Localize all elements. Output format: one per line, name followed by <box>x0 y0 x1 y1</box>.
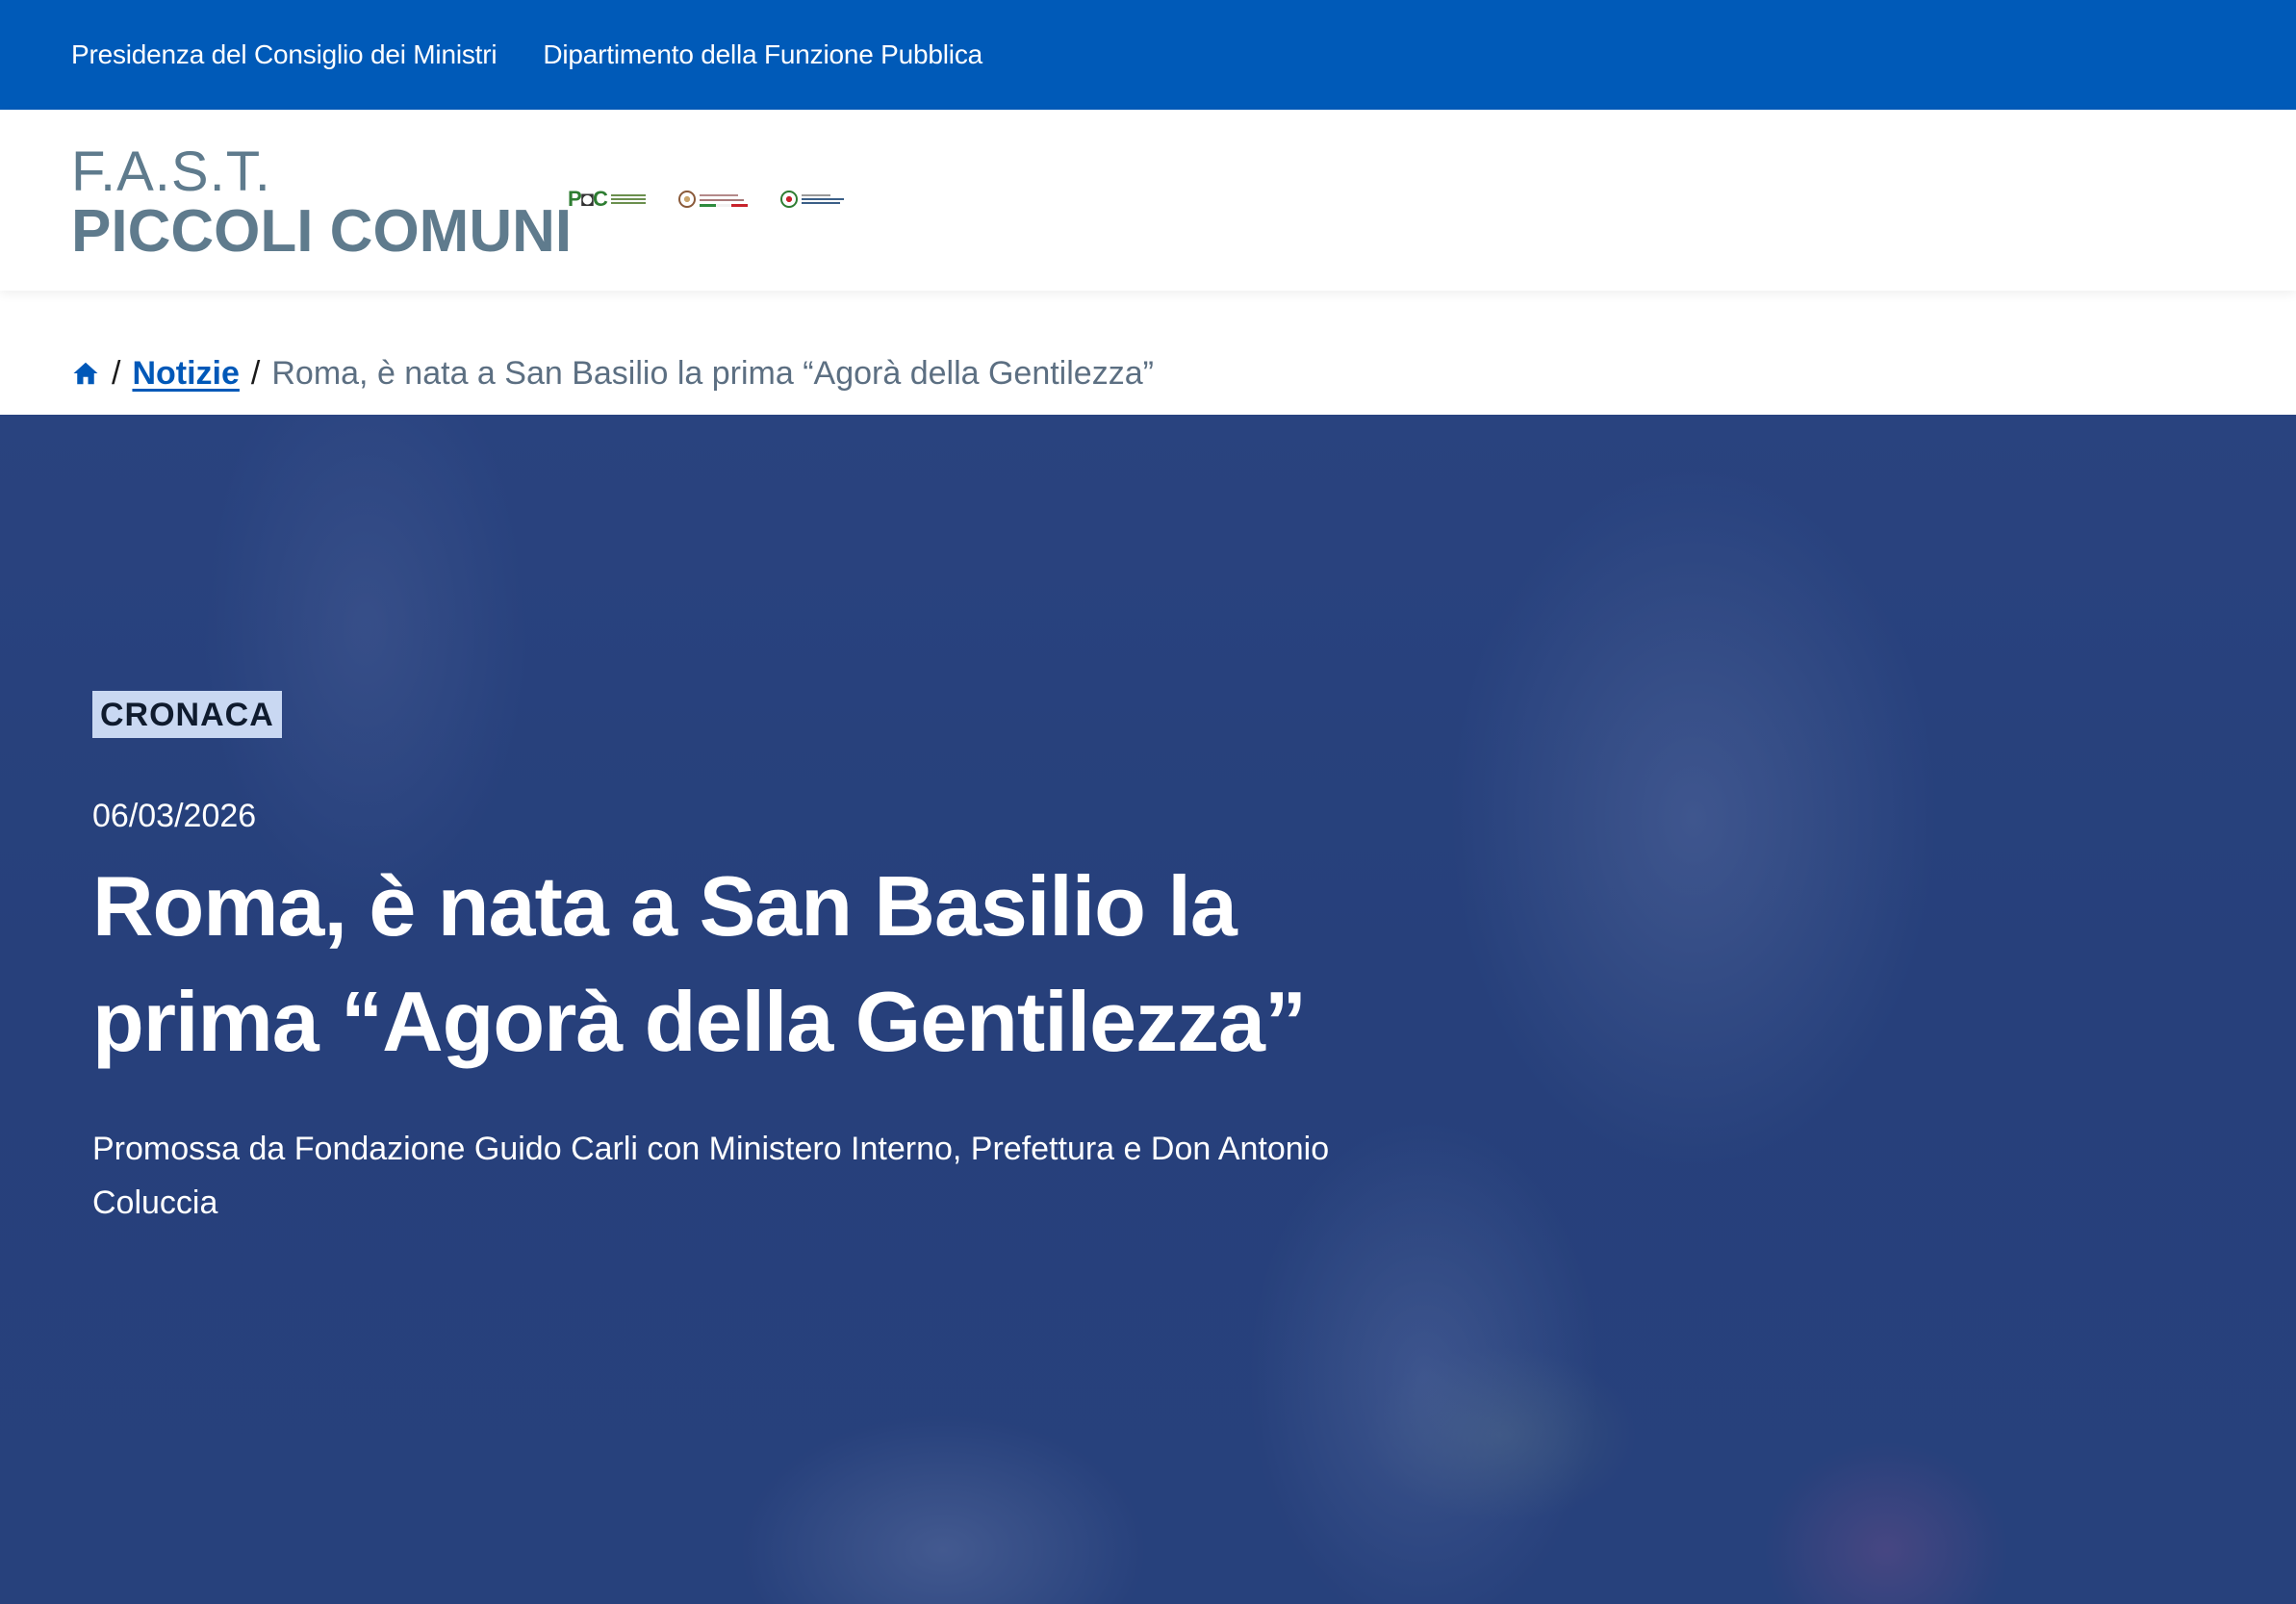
flag-bar <box>699 204 748 207</box>
dipartimento-funzione-pubblica-logo <box>779 191 844 208</box>
brand-line-1: F.A.S.T. <box>71 140 271 203</box>
emblem-icon <box>677 191 696 208</box>
breadcrumb-separator: / <box>250 354 261 392</box>
article-title: Roma, è nata a San Basilio la prima “Ago… <box>92 858 1307 1069</box>
brand-line-2: PICCOLI COMUNI <box>71 198 573 265</box>
article-subtitle: Promossa da Fondazione Guido Carli con M… <box>92 1131 1330 1221</box>
article-date: 06/03/2026 <box>92 798 257 834</box>
partner-logos: P◘C <box>568 187 844 212</box>
site-logo[interactable]: F.A.S.T. PICCOLI COMUNI <box>71 144 572 262</box>
breadcrumb: / Notizie / Roma, è nata a San Basilio l… <box>71 346 1154 400</box>
emblem-icon <box>779 191 798 208</box>
category-badge[interactable]: CRONACA <box>92 691 282 738</box>
poc-logo: P◘C <box>568 187 646 212</box>
presidenza-link[interactable]: Presidenza del Consiglio dei Ministri <box>71 39 497 70</box>
breadcrumb-link-notizie[interactable]: Notizie <box>132 355 239 393</box>
home-icon[interactable] <box>71 359 100 388</box>
site-header: F.A.S.T. PICCOLI COMUNI P◘C <box>0 110 2296 291</box>
breadcrumb-separator: / <box>112 354 121 392</box>
article-hero: CRONACA 06/03/2026 Roma, è nata a San Ba… <box>0 415 2296 1604</box>
top-bar: Presidenza del Consiglio dei Ministri Di… <box>0 0 2296 110</box>
dipartimento-link[interactable]: Dipartimento della Funzione Pubblica <box>543 39 982 70</box>
poc-logo-mark: P◘C <box>568 187 608 211</box>
hero-content: CRONACA 06/03/2026 Roma, è nata a San Ba… <box>92 691 1382 1230</box>
agenzia-coesione-logo <box>677 191 748 208</box>
breadcrumb-current: Roma, è nata a San Basilio la prima “Ago… <box>271 354 1154 392</box>
